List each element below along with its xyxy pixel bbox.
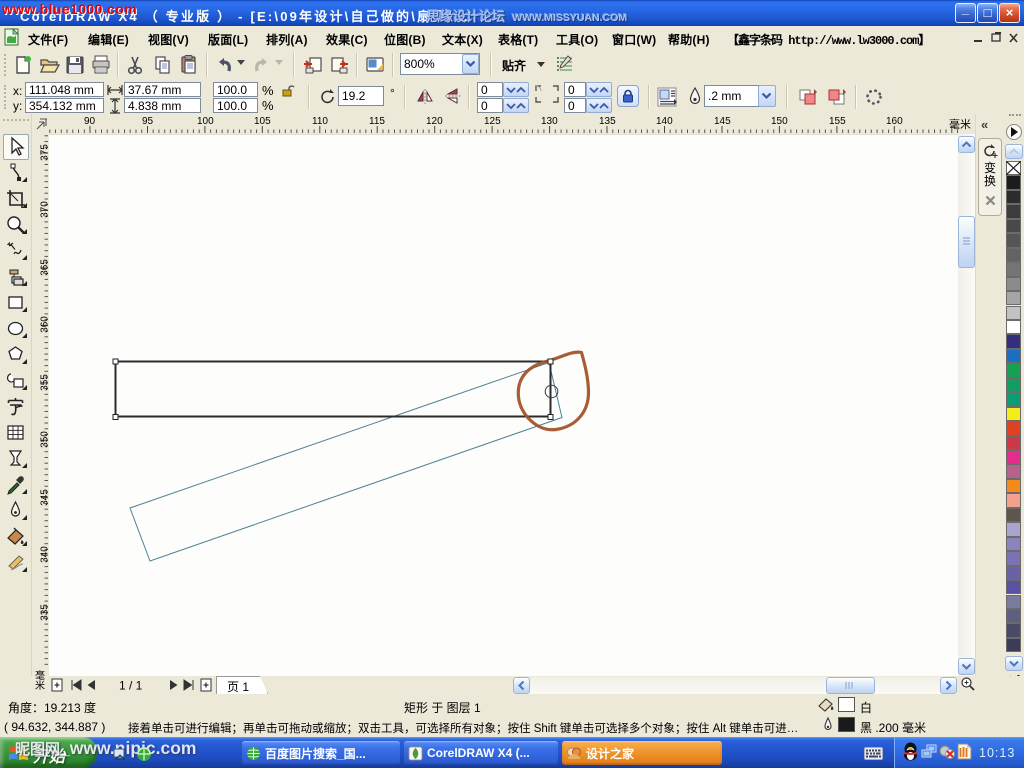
svg-text:1 / 1: 1 / 1 <box>119 679 143 693</box>
